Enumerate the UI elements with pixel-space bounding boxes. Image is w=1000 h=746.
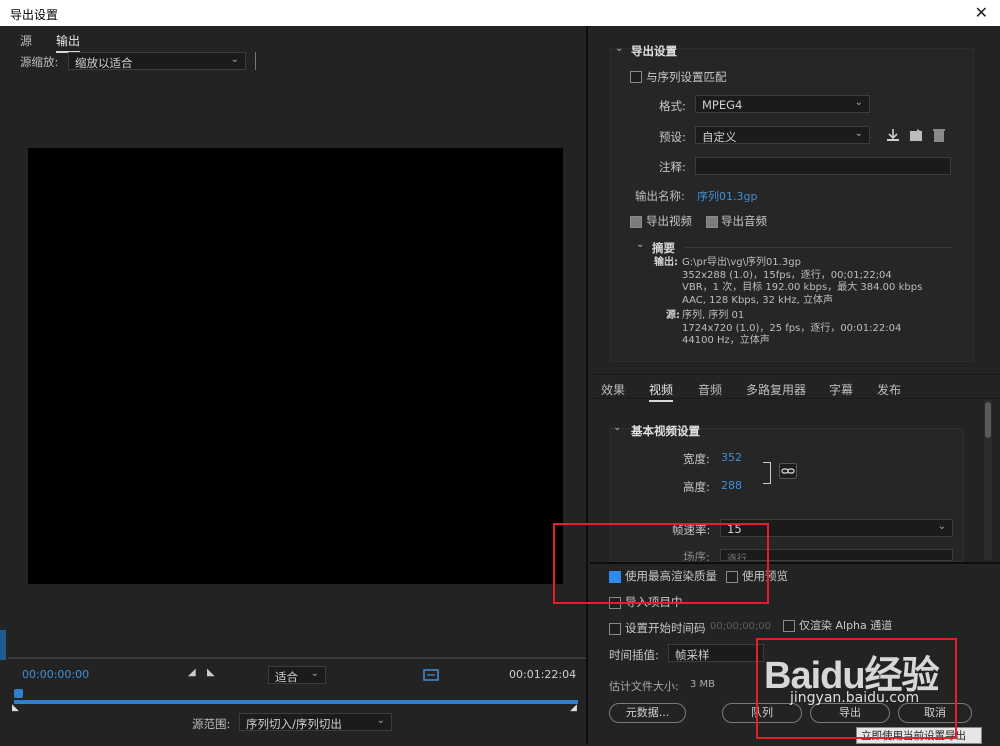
match-sequence-label: 与序列设置匹配 (646, 70, 727, 84)
time-interpolation-value: 帧采样 (675, 648, 710, 662)
fit-dropdown[interactable]: 适合 ⌄ (268, 666, 326, 684)
chevron-down-icon[interactable]: ⌄ (615, 43, 623, 54)
time-interpolation-dropdown[interactable]: 帧采样 (668, 644, 764, 662)
edge-strip (0, 630, 6, 660)
export-settings-title: 导出设置 (631, 44, 677, 58)
summary-title: 摘要 (652, 241, 675, 255)
tabs-divider (590, 374, 1000, 375)
chevron-down-icon[interactable]: ⌄ (636, 239, 644, 250)
summary-output-line: AAC, 128 Kbps, 32 kHz, 立体声 (682, 294, 834, 306)
summary-output-line: G:\pr导出\vg\序列01.3gp (682, 257, 801, 268)
height-value[interactable]: 288 (721, 479, 742, 492)
summary-source-line: 序列, 序列 01 (682, 310, 745, 321)
summary-output-line: VBR，1 次，目标 192.00 kbps，最大 384.00 kbps (682, 282, 923, 293)
source-zoom-dropdown[interactable]: 缩放以适合 ⌄ (68, 52, 246, 70)
summary-source-line: 1724x720 (1.0)，25 fps，逐行，00:01:22:04 (682, 322, 902, 334)
playhead[interactable] (14, 689, 23, 698)
basic-video-title: 基本视频设置 (631, 424, 700, 438)
mark-in-icon[interactable]: ◢ (188, 667, 196, 678)
start-timecode-checkbox[interactable] (609, 621, 621, 635)
video-preview (28, 148, 563, 584)
toolbar-divider (255, 52, 256, 70)
summary-source-label: 源: (666, 310, 680, 321)
format-dropdown[interactable]: MPEG4 ⌄ (695, 95, 870, 113)
timecode-start[interactable]: 00:00:00:00 (22, 668, 89, 681)
timeline-divider (8, 657, 586, 659)
highlight-box (553, 523, 769, 604)
aspect-icon[interactable] (423, 667, 439, 681)
summary-output-label: 输出: (654, 257, 678, 268)
match-sequence-checkbox[interactable] (630, 69, 642, 83)
link-bracket (763, 462, 771, 484)
output-name-link[interactable]: 序列01.3gp (697, 188, 757, 204)
summary-divider (685, 247, 952, 248)
chevron-down-icon: ⌄ (310, 668, 319, 679)
summary-source-line: 44100 Hz，立体声 (682, 335, 770, 346)
format-value: MPEG4 (702, 98, 743, 112)
chevron-down-icon: ⌄ (230, 54, 239, 65)
chevron-down-icon[interactable]: ⌄ (613, 422, 621, 433)
notes-label: 注释: (659, 160, 686, 174)
timecode-end: 00:01:22:04 (509, 668, 577, 681)
summary-source-block: 序列, 序列 01 1724x720 (1.0)，25 fps，逐行，00:01… (682, 310, 901, 348)
source-range-label: 源范围: (192, 717, 231, 731)
estimated-size-value: 3 MB (690, 679, 716, 690)
start-timecode-label: 设置开始时间码 (625, 621, 706, 635)
close-icon[interactable]: ✕ (975, 3, 988, 22)
tab-source[interactable]: 源 (20, 32, 32, 49)
trash-icon[interactable] (932, 127, 946, 143)
baidu-watermark-url: jingyan.baidu.com (790, 690, 920, 706)
metadata-button[interactable]: 元数据... (609, 703, 686, 723)
export-video-checkbox[interactable] (630, 214, 642, 228)
source-range-value: 序列切入/序列切出 (246, 717, 342, 731)
export-audio-label: 导出音频 (721, 214, 767, 228)
tab-output[interactable]: 输出 (56, 32, 81, 53)
save-preset-icon[interactable] (885, 127, 901, 143)
tab-captions[interactable]: 字幕 (829, 381, 853, 398)
summary-output-line: 352x288 (1.0)，15fps，逐行，00;01;22;04 (682, 269, 892, 281)
export-video-label: 导出视频 (646, 214, 692, 228)
timeline-bar[interactable] (14, 700, 578, 704)
scrollbar-thumb[interactable] (985, 402, 991, 438)
in-point-marker[interactable]: ◣ (12, 703, 19, 713)
format-label: 格式: (659, 99, 686, 113)
source-zoom-value: 缩放以适合 (75, 56, 133, 70)
chevron-down-icon: ⌄ (376, 715, 385, 726)
chevron-down-icon: ⌄ (937, 521, 946, 532)
start-timecode-value[interactable]: 00;00;00;00 (710, 621, 771, 632)
tabs-bottom-divider (590, 398, 1000, 399)
width-value[interactable]: 352 (721, 451, 742, 464)
height-label: 高度: (683, 480, 710, 494)
output-name-label: 输出名称: (635, 189, 685, 203)
preset-label: 预设: (659, 130, 686, 144)
window-title: 导出设置 (10, 8, 59, 22)
preset-value: 自定义 (702, 130, 737, 144)
tab-multiplexer[interactable]: 多路复用器 (746, 381, 806, 398)
link-icon[interactable] (779, 463, 797, 479)
tab-publish[interactable]: 发布 (877, 381, 901, 398)
title-bar: 导出设置 ✕ (0, 0, 1000, 27)
export-audio-checkbox[interactable] (706, 214, 718, 228)
chevron-down-icon: ⌄ (854, 128, 863, 139)
import-preset-icon[interactable] (908, 127, 926, 143)
render-alpha-label: 仅渲染 Alpha 通道 (799, 619, 893, 632)
mark-out-icon[interactable]: ◣ (207, 667, 215, 678)
fit-value: 适合 (275, 670, 298, 684)
tab-effects[interactable]: 效果 (601, 381, 625, 398)
source-zoom-label: 源缩放: (20, 55, 59, 69)
render-alpha-checkbox[interactable] (783, 618, 795, 632)
notes-input[interactable] (695, 157, 951, 175)
out-point-marker[interactable]: ◢ (570, 703, 577, 713)
time-interpolation-label: 时间插值: (609, 648, 659, 662)
summary-output-block: G:\pr导出\vg\序列01.3gp 352x288 (1.0)，15fps，… (682, 257, 922, 307)
width-label: 宽度: (683, 452, 710, 466)
tab-audio[interactable]: 音频 (698, 381, 722, 398)
source-range-dropdown[interactable]: 序列切入/序列切出 ⌄ (239, 713, 392, 731)
chevron-down-icon: ⌄ (854, 97, 863, 108)
preset-dropdown[interactable]: 自定义 ⌄ (695, 126, 870, 144)
estimated-size-label: 估计文件大小: (609, 680, 679, 693)
